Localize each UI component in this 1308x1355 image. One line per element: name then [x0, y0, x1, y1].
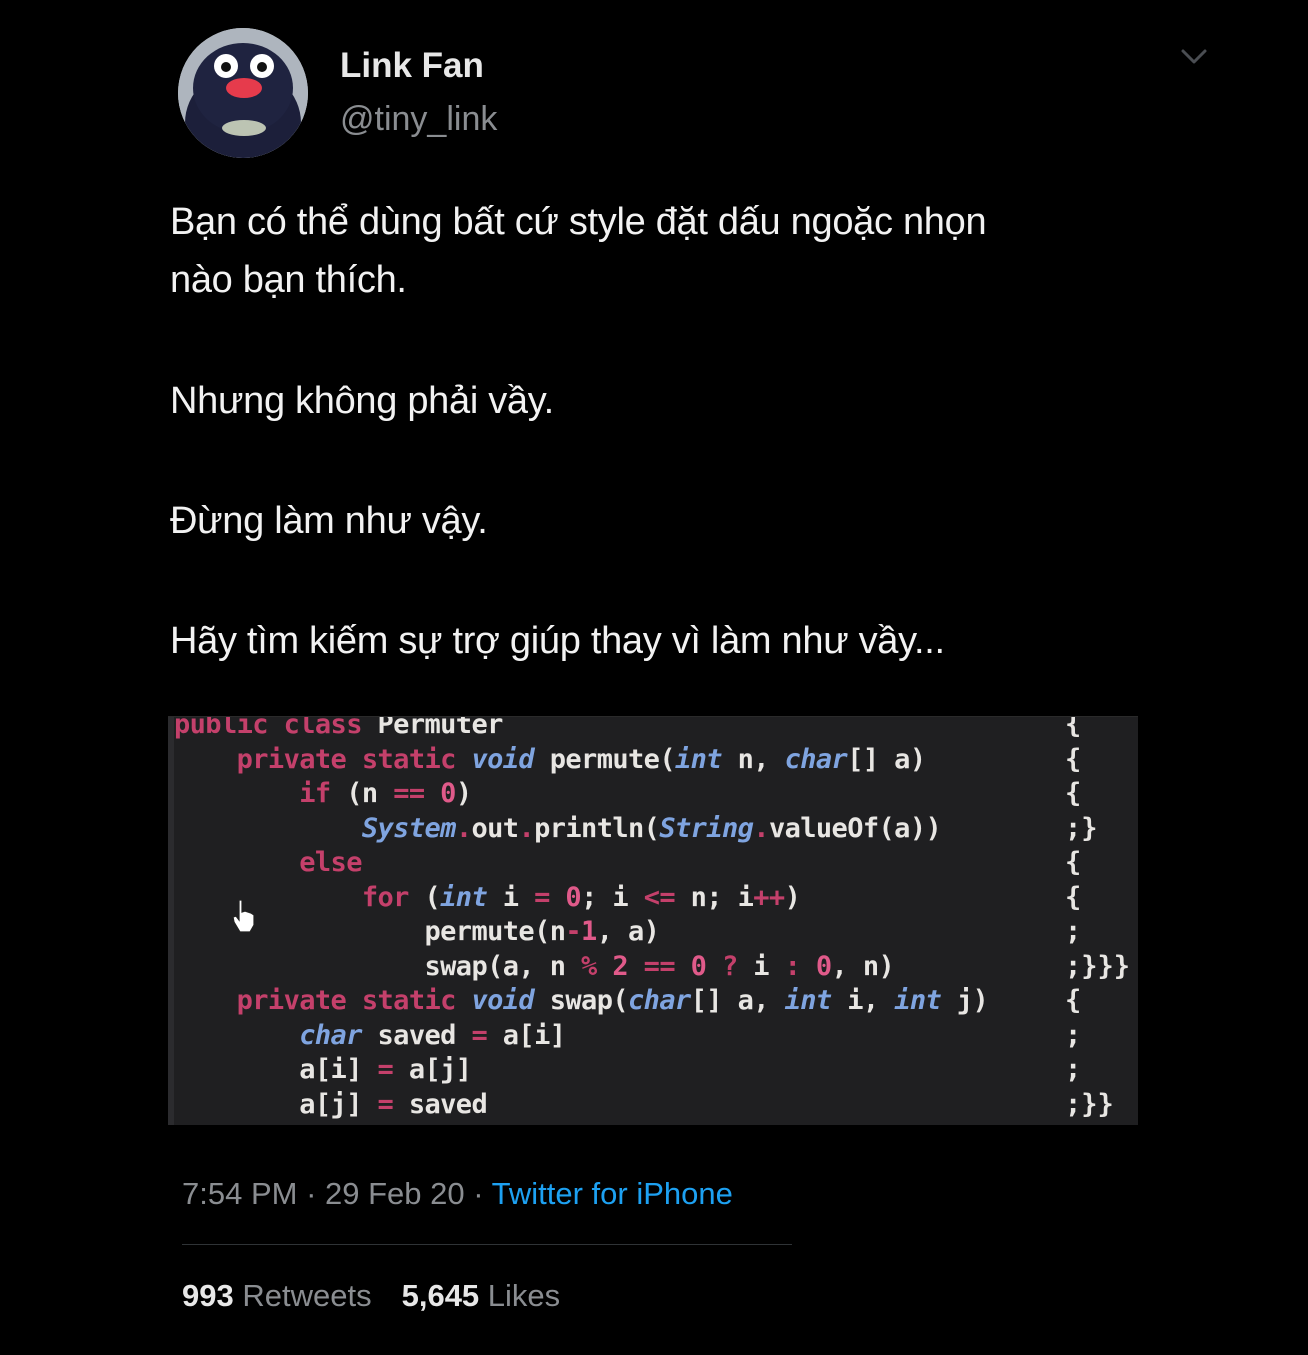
code-brace: {: [1065, 716, 1082, 740]
code-line: public class Permuter: [174, 716, 503, 740]
retweets-label: Retweets: [242, 1278, 372, 1313]
tweet-text-line: nào bạn thích.: [170, 259, 407, 301]
tweet-date[interactable]: 29 Feb 20: [325, 1176, 465, 1211]
code-line: private static void permute(int n, char[…: [236, 743, 926, 775]
likes-count: 5,645: [401, 1278, 480, 1313]
code-line: char saved = a[i]: [299, 1019, 566, 1051]
code-brace: ;}: [1065, 812, 1098, 844]
code-line: System.out.println(String.valueOf(a)): [361, 812, 942, 844]
tweet-time[interactable]: 7:54 PM: [182, 1176, 297, 1211]
likes-label: Likes: [487, 1278, 561, 1313]
tweet-text-line: Bạn có thể dùng bất cứ style đặt dấu ngo…: [170, 201, 987, 243]
code-line: else: [299, 847, 362, 878]
chevron-down-icon[interactable]: [1178, 44, 1210, 68]
code-brace: ;: [1065, 1019, 1082, 1051]
tweet-stats: 993 Retweets 5,645 Likes: [182, 1278, 590, 1314]
divider: [182, 1244, 792, 1245]
tweet-meta: 7:54 PM · 29 Feb 20 · Twitter for iPhone: [182, 1176, 733, 1212]
author-handle[interactable]: @tiny_link: [340, 100, 497, 139]
avatar[interactable]: [178, 28, 308, 158]
code-line: swap(a, n % 2 == 0 ? i : 0, n): [174, 950, 895, 982]
tweet-source-link[interactable]: Twitter for iPhone: [492, 1176, 733, 1211]
code-line: a[j] = saved: [174, 1088, 488, 1120]
meta-separator: ·: [464, 1176, 492, 1211]
hand-cursor-icon: [230, 898, 258, 939]
code-brace: ;}}: [1065, 1088, 1114, 1120]
code-brace: {: [1065, 985, 1082, 1016]
tweet-text-line: Hãy tìm kiếm sự trợ giúp thay vì làm như…: [170, 620, 945, 662]
penguin-avatar-icon: [178, 28, 308, 158]
code-brace: ;: [1065, 916, 1082, 947]
code-brace: {: [1065, 778, 1082, 809]
code-brace: {: [1065, 847, 1082, 878]
code-brace: {: [1065, 743, 1082, 775]
meta-separator: ·: [297, 1176, 326, 1211]
code-brace: ;: [1065, 1054, 1082, 1085]
author-name[interactable]: Link Fan: [340, 46, 484, 86]
retweets-count: 993: [182, 1278, 234, 1313]
retweets-stat[interactable]: 993 Retweets: [182, 1278, 372, 1313]
code-screenshot-image[interactable]: public class Permuter private static voi…: [168, 716, 1138, 1125]
code-line: for (int i = 0; i <= n; i++): [361, 881, 801, 913]
likes-stat[interactable]: 5,645 Likes: [402, 1278, 561, 1313]
code-line: private static void swap(char[] a, int i…: [236, 985, 989, 1016]
code-brace: ;}}}: [1065, 950, 1131, 982]
tweet-text-line: Đừng làm như vậy.: [170, 500, 488, 542]
code-line: a[i] = a[j]: [174, 1054, 472, 1085]
tweet-text-line: Nhưng không phải vầy.: [170, 380, 554, 422]
code-brace: {: [1065, 881, 1082, 913]
code-line: if (n == 0): [299, 778, 472, 809]
